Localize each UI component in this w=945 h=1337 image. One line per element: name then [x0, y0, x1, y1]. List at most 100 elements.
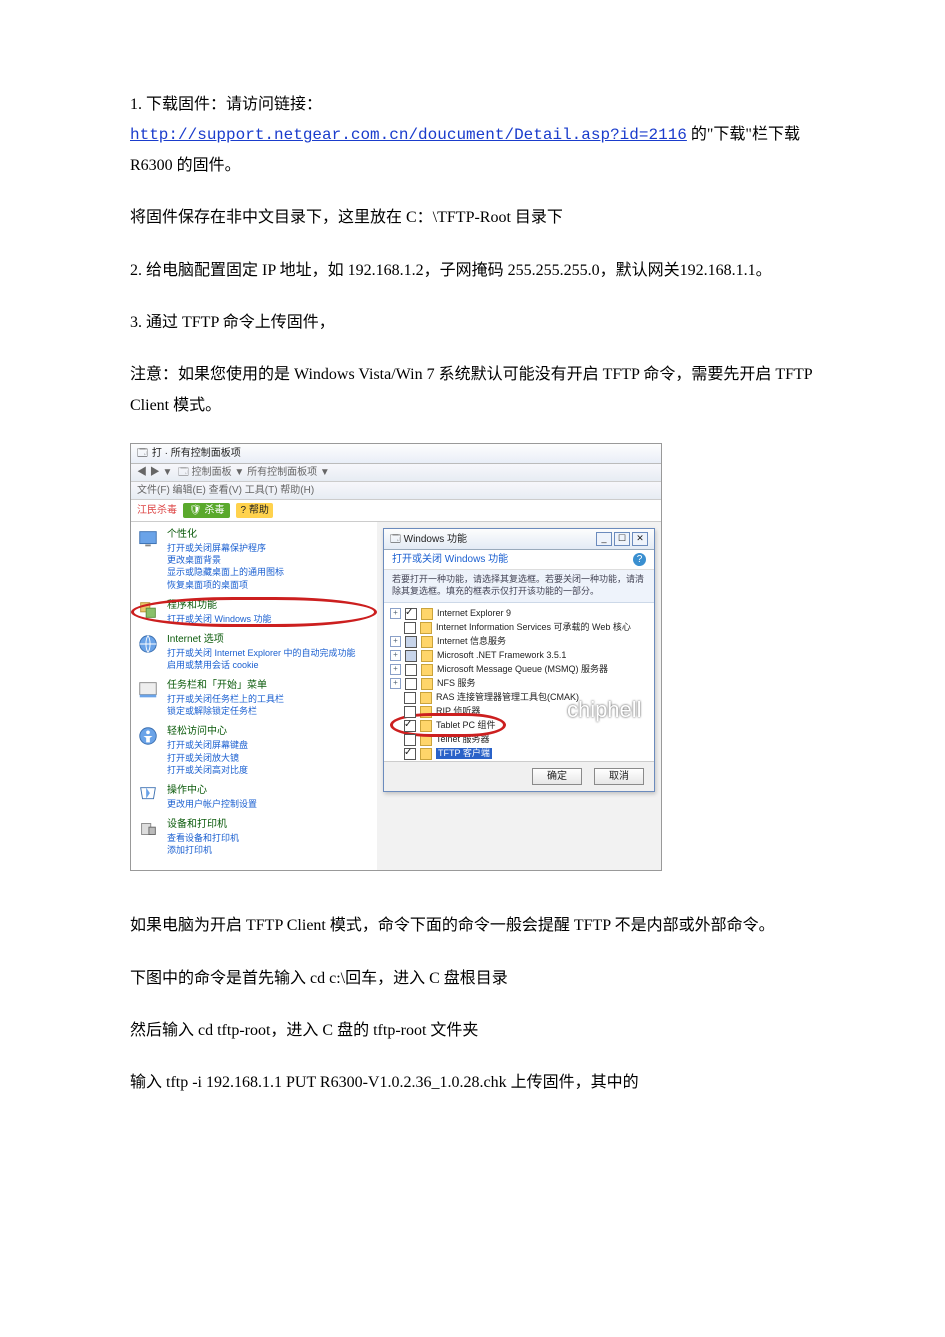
step1-prefix: 1. 下载固件：请访问链接： [130, 96, 322, 113]
expander-icon[interactable]: + [390, 636, 401, 647]
folder-icon [421, 650, 433, 662]
checkbox[interactable] [405, 664, 417, 676]
checkbox[interactable] [405, 608, 417, 620]
folder-icon [421, 678, 433, 690]
checkbox[interactable] [405, 650, 417, 662]
feature-row[interactable]: TFTP 客户端 [390, 747, 648, 761]
ok-button[interactable]: 确定 [532, 768, 582, 785]
feature-row[interactable]: Telnet 服务器 [390, 733, 648, 747]
dialog-info: 若要打开一种功能，请选择其复选框。若要关闭一种功能，请清除其复选框。填充的框表示… [384, 570, 654, 602]
step-1: 1. 下载固件：请访问链接： http://support.netgear.co… [130, 90, 815, 181]
minimize-icon[interactable]: _ [596, 532, 612, 546]
expander-icon[interactable]: + [390, 608, 401, 619]
folder-icon [420, 720, 432, 732]
taskbar-icon [137, 679, 159, 701]
checkbox[interactable] [404, 692, 416, 704]
action-head[interactable]: 操作中心 [167, 784, 257, 797]
after-1: 如果电脑为开启 TFTP Client 模式，命令下面的命令一般会提醒 TFTP… [130, 911, 815, 941]
feature-row[interactable]: RAS 连接管理器管理工具包(CMAK) [390, 691, 648, 705]
feature-name: RAS 连接管理器管理工具包(CMAK) [436, 692, 579, 704]
after-4: 输入 tftp -i 192.168.1.1 PUT R6300-V1.0.2.… [130, 1068, 815, 1098]
dialog-subtitle: 打开或关闭 Windows 功能 [392, 553, 508, 566]
cancel-button[interactable]: 取消 [594, 768, 644, 785]
folder-icon [421, 664, 433, 676]
feature-name: RIP 侦听器 [436, 706, 480, 718]
breadcrumb[interactable]: 控制面板 ▼ 所有控制面板项 ▼ [192, 467, 330, 478]
personalize-sub3[interactable]: 显示或隐藏桌面上的通用图标 [167, 566, 284, 578]
feature-name: Telnet 服务器 [436, 734, 490, 746]
personalize-sub1[interactable]: 打开或关闭屏幕保护程序 [167, 542, 284, 554]
feature-row[interactable]: + Microsoft .NET Framework 3.5.1 [390, 649, 648, 663]
checkbox[interactable] [404, 748, 416, 760]
ease-sub3[interactable]: 打开或关闭高对比度 [167, 764, 248, 776]
personalize-head[interactable]: 个性化 [167, 528, 284, 541]
folder-icon [420, 622, 432, 634]
checkbox[interactable] [404, 720, 416, 732]
feature-name: TFTP 客户端 [436, 748, 492, 760]
expander-icon[interactable]: + [390, 664, 401, 675]
programs-sub1[interactable]: 打开或关闭 Windows 功能 [167, 613, 272, 625]
cp-left-column: 个性化 打开或关闭屏幕保护程序 更改桌面背景 显示或隐藏桌面上的通用图标 恢复桌… [131, 522, 377, 870]
internet-sub1[interactable]: 打开或关闭 Internet Explorer 中的自动完成功能 [167, 647, 356, 659]
expander-icon[interactable]: + [390, 650, 401, 661]
feature-name: Internet Explorer 9 [437, 608, 511, 620]
help-icon[interactable]: ? [633, 553, 646, 566]
folder-icon [421, 608, 433, 620]
help-button[interactable]: ? 帮助 [236, 503, 272, 518]
devices-head[interactable]: 设备和打印机 [167, 818, 239, 831]
internet-head[interactable]: Internet 选项 [167, 633, 356, 646]
folder-icon [420, 748, 432, 760]
cp-right-column: 🗔 Windows 功能 _ ☐ ✕ 打开或关闭 Windows 功能 ? 若要… [377, 522, 661, 870]
checkbox[interactable] [404, 622, 416, 634]
personalize-icon [137, 528, 159, 550]
fwd-icon[interactable]: ▶ [150, 467, 160, 478]
feature-row[interactable]: + Internet Explorer 9 [390, 607, 648, 621]
feature-row[interactable]: +Internet 信息服务 [390, 635, 648, 649]
folder-icon [420, 692, 432, 704]
checkbox[interactable] [404, 734, 416, 746]
features-list[interactable]: chiphell www.chiphell.com +Internet Expl… [384, 603, 654, 761]
action-icon [137, 784, 159, 806]
feature-name: Microsoft .NET Framework 3.5.1 [437, 650, 566, 662]
step-2: 2. 给电脑配置固定 IP 地址，如 192.168.1.2，子网掩码 255.… [130, 256, 815, 286]
expander-icon[interactable]: + [390, 678, 401, 689]
devices-sub2[interactable]: 添加打印机 [167, 844, 239, 856]
checkbox[interactable] [405, 678, 417, 690]
ease-head[interactable]: 轻松访问中心 [167, 725, 248, 738]
feature-row[interactable]: +NFS 服务 [390, 677, 648, 691]
programs-head[interactable]: 程序和功能 [167, 599, 272, 612]
checkbox[interactable] [405, 636, 417, 648]
ease-sub2[interactable]: 打开或关闭放大镜 [167, 752, 248, 764]
control-panel-screenshot: 🗔 打 · 所有控制面板项 ◀ ▶ ▼ 🗔 控制面板 ▼ 所有控制面板项 ▼ 文… [130, 443, 662, 871]
folder-icon [420, 706, 432, 718]
feature-name: Internet Information Services 可承载的 Web 核… [436, 622, 631, 634]
av-label: 江民杀毒 [137, 504, 177, 517]
feature-row[interactable]: Internet Information Services 可承载的 Web 核… [390, 621, 648, 635]
ease-sub1[interactable]: 打开或关闭屏幕键盘 [167, 739, 248, 751]
firmware-link[interactable]: http://support.netgear.com.cn/doucument/… [130, 126, 687, 144]
taskbar-head[interactable]: 任务栏和「开始」菜单 [167, 679, 284, 692]
scan-button[interactable]: 🛡 杀毒 [183, 503, 230, 518]
taskbar-sub1[interactable]: 打开或关闭任务栏上的工具栏 [167, 693, 284, 705]
dialog-icon: 🗔 [390, 534, 401, 545]
note-tftp: 注意：如果您使用的是 Windows Vista/Win 7 系统默认可能没有开… [130, 360, 815, 421]
feature-row[interactable]: + Microsoft Message Queue (MSMQ) 服务器 [390, 663, 648, 677]
feature-row[interactable]: RIP 侦听器 [390, 705, 648, 719]
back-icon[interactable]: ◀ [137, 467, 147, 478]
feature-name: Microsoft Message Queue (MSMQ) 服务器 [437, 664, 608, 676]
taskbar-sub2[interactable]: 锁定或解除锁定任务栏 [167, 705, 284, 717]
action-sub1[interactable]: 更改用户帐户控制设置 [167, 798, 257, 810]
maximize-icon[interactable]: ☐ [614, 532, 630, 546]
feature-row[interactable]: Tablet PC 组件 [390, 719, 648, 733]
folder-icon [420, 734, 432, 746]
breadcrumb-bar[interactable]: ◀ ▶ ▼ 🗔 控制面板 ▼ 所有控制面板项 ▼ [131, 464, 661, 482]
checkbox[interactable] [404, 706, 416, 718]
personalize-sub2[interactable]: 更改桌面背景 [167, 554, 284, 566]
devices-sub1[interactable]: 查看设备和打印机 [167, 832, 239, 844]
close-icon[interactable]: ✕ [632, 532, 648, 546]
step-3: 3. 通过 TFTP 命令上传固件， [130, 308, 815, 338]
window-title: 打 · 所有控制面板项 [152, 447, 241, 460]
personalize-sub4[interactable]: 恢复桌面项的桌面项 [167, 579, 284, 591]
internet-sub2[interactable]: 启用或禁用会话 cookie [167, 659, 356, 671]
menubar[interactable]: 文件(F) 编辑(E) 查看(V) 工具(T) 帮助(H) [131, 482, 661, 500]
